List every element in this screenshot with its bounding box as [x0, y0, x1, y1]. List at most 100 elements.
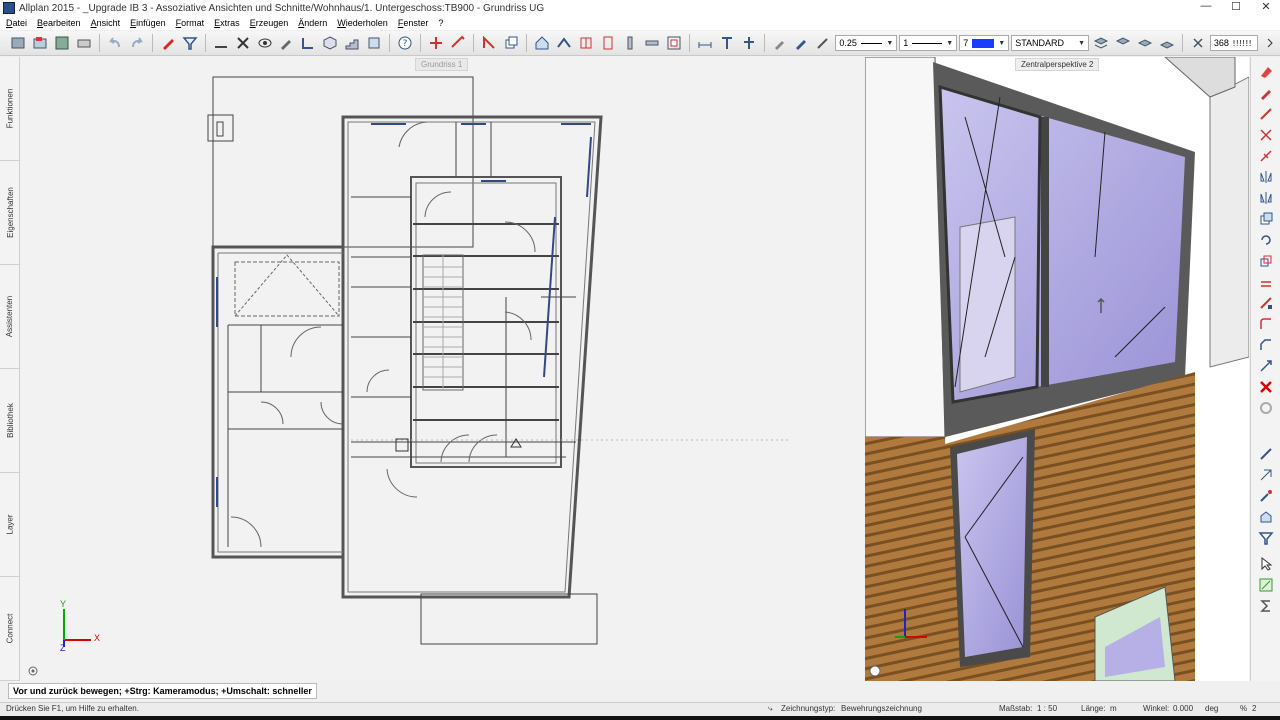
delete-x-icon[interactable]: [1256, 378, 1276, 396]
tab-bibliothek[interactable]: Bibliothek: [0, 369, 20, 473]
plan-axis-y-label: Y: [60, 599, 67, 609]
label-icon[interactable]: [739, 33, 759, 53]
scale-icon[interactable]: [1256, 252, 1276, 270]
pen-icon[interactable]: [792, 33, 812, 53]
copy-icon[interactable]: [501, 33, 521, 53]
help-icon[interactable]: ?: [395, 33, 415, 53]
trim-icon[interactable]: [1256, 147, 1276, 165]
angle-unit[interactable]: deg: [1205, 704, 1218, 713]
scale-value[interactable]: 1 : 50: [1037, 704, 1057, 713]
format-painter-icon[interactable]: [770, 33, 790, 53]
layer-down-icon[interactable]: [1135, 33, 1155, 53]
column-icon[interactable]: [620, 33, 640, 53]
menu-extras[interactable]: Extras: [214, 18, 240, 28]
chamfer-icon[interactable]: [1256, 336, 1276, 354]
pen-thickness-select[interactable]: 0.25 ▼: [835, 35, 898, 51]
line-type-select[interactable]: 1 ▼: [899, 35, 958, 51]
plan-axis-x-label: X: [94, 633, 101, 643]
measure-icon[interactable]: [1256, 445, 1276, 463]
new-project-icon[interactable]: [8, 33, 28, 53]
perspective-viewport[interactable]: Zentralperspektive 2: [865, 57, 1249, 681]
text-icon[interactable]: [717, 33, 737, 53]
tab-connect[interactable]: Connect: [0, 577, 20, 681]
filter-funnel-icon[interactable]: [1256, 529, 1276, 547]
eye-icon[interactable]: [255, 33, 275, 53]
snap-icon[interactable]: [479, 33, 499, 53]
cut-line-icon[interactable]: [1256, 105, 1276, 123]
eraser-icon[interactable]: [1256, 63, 1276, 81]
minimize-button[interactable]: —: [1198, 0, 1214, 13]
toolbar-more-icon[interactable]: [1260, 33, 1280, 53]
redo-icon[interactable]: [127, 33, 147, 53]
dimension-icon[interactable]: [695, 33, 715, 53]
opening-icon[interactable]: [664, 33, 684, 53]
grid-icon[interactable]: [1188, 33, 1208, 53]
maximize-button[interactable]: ☐: [1228, 0, 1244, 13]
layer-all-icon[interactable]: [1157, 33, 1177, 53]
length-unit[interactable]: m: [1110, 704, 1117, 713]
rotate-icon[interactable]: [1256, 231, 1276, 249]
menu-format[interactable]: Format: [176, 18, 205, 28]
offset-icon[interactable]: [1256, 273, 1276, 291]
layer-select[interactable]: STANDARD ▼: [1011, 35, 1090, 51]
scissors-icon[interactable]: [233, 33, 253, 53]
cube-icon[interactable]: [320, 33, 340, 53]
line-icon[interactable]: [211, 33, 231, 53]
menu-erzeugen[interactable]: Erzeugen: [250, 18, 289, 28]
fillet-icon[interactable]: [1256, 315, 1276, 333]
sum-icon[interactable]: [1256, 597, 1276, 615]
layer-stack-icon[interactable]: [1091, 33, 1111, 53]
brush-icon[interactable]: [276, 33, 296, 53]
extend-icon[interactable]: [1256, 294, 1276, 312]
tab-eigenschaften[interactable]: Eigenschaften: [0, 161, 20, 265]
menu-aendern[interactable]: Ändern: [298, 18, 327, 28]
tab-assistenten[interactable]: Assistenten: [0, 265, 20, 369]
move-icon[interactable]: [426, 33, 446, 53]
window-tool-icon[interactable]: [576, 33, 596, 53]
pipette-icon[interactable]: [813, 33, 833, 53]
menu-help[interactable]: ?: [438, 18, 443, 28]
tab-layer[interactable]: Layer: [0, 473, 20, 577]
plan-viewport[interactable]: Grundriss 1 X Y Z: [21, 57, 864, 681]
slab-icon[interactable]: [642, 33, 662, 53]
menu-wiederholen[interactable]: Wiederholen: [337, 18, 388, 28]
select-icon[interactable]: [1256, 555, 1276, 573]
pencil-icon[interactable]: [1256, 84, 1276, 102]
menu-datei[interactable]: Datei: [6, 18, 27, 28]
stairs-icon[interactable]: [342, 33, 362, 53]
house-icon[interactable]: [532, 33, 552, 53]
color-select[interactable]: 7 ▼: [959, 35, 1010, 51]
menu-fenster[interactable]: Fenster: [398, 18, 429, 28]
settings-icon[interactable]: [1256, 399, 1276, 417]
zoom-window-icon[interactable]: [1256, 576, 1276, 594]
layers-icon[interactable]: [364, 33, 384, 53]
door-tool-icon[interactable]: [598, 33, 618, 53]
point-icon[interactable]: [1256, 466, 1276, 484]
delete-icon[interactable]: [158, 33, 178, 53]
roof-icon[interactable]: [554, 33, 574, 53]
close-button[interactable]: ✕: [1258, 0, 1274, 13]
scale-input[interactable]: 368!!!!!!: [1209, 35, 1258, 51]
palette-tabs: Funktionen Eigenschaften Assistenten Bib…: [0, 57, 20, 681]
open-icon[interactable]: [30, 33, 50, 53]
menu-bearbeiten[interactable]: Bearbeiten: [37, 18, 81, 28]
menu-einfuegen[interactable]: Einfügen: [130, 18, 166, 28]
drawing-type-value[interactable]: Bewehrungszeichnung: [841, 704, 922, 713]
tab-funktionen[interactable]: Funktionen: [0, 57, 20, 161]
print-icon[interactable]: [74, 33, 94, 53]
menu-ansicht[interactable]: Ansicht: [91, 18, 121, 28]
split-icon[interactable]: [1256, 126, 1276, 144]
filter-icon[interactable]: [180, 33, 200, 53]
transform-icon[interactable]: [1256, 357, 1276, 375]
wall-icon[interactable]: [298, 33, 318, 53]
undo-icon[interactable]: [105, 33, 125, 53]
mirror-icon[interactable]: [1256, 168, 1276, 186]
mirror-copy-icon[interactable]: [1256, 189, 1276, 207]
copy-move-icon[interactable]: [1256, 210, 1276, 228]
layer-up-icon[interactable]: [1113, 33, 1133, 53]
save-icon[interactable]: [52, 33, 72, 53]
snap-point-icon[interactable]: [1256, 487, 1276, 505]
stretch-icon[interactable]: [448, 33, 468, 53]
house-snap-icon[interactable]: [1256, 508, 1276, 526]
angle-value[interactable]: 0.000: [1173, 704, 1193, 713]
